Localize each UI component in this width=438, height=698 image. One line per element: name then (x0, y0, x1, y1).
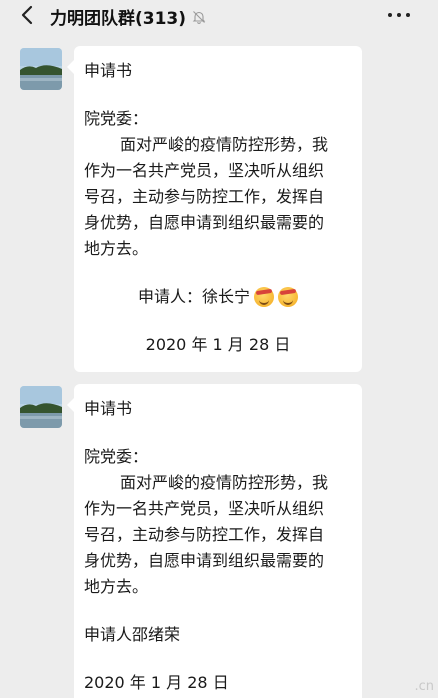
salutation: 院党委： (84, 447, 149, 466)
body-line: 作为一名共产党员，坚决听从组织 (84, 499, 325, 518)
angry-face-emoji (278, 287, 298, 307)
body-line: 面对严峻的疫情防控形势，我 (120, 473, 329, 492)
avatar[interactable] (20, 386, 62, 428)
body-line: 号召，主动参与防控工作，发挥自 (84, 525, 325, 544)
body-line: 地方去。 (84, 577, 149, 596)
chat-header: 力明团队群(313) (0, 0, 438, 32)
date: 2020 年 1 月 28 日 (84, 673, 229, 692)
angry-face-emoji (254, 287, 274, 307)
signer: 申请人：徐长宁 (137, 287, 250, 306)
chat-title: 力明团队群(313) (50, 9, 187, 29)
message-bubble[interactable]: 申请书 院党委： 面对严峻的疫情防控形势，我 作为一名共产党员，坚决听从组织 号… (67, 46, 362, 372)
signer-line: 申请人：徐长宁 (84, 284, 352, 310)
salutation: 院党委： (84, 109, 149, 128)
doc-title: 申请书 (84, 399, 133, 418)
back-button[interactable] (16, 4, 38, 26)
more-dots-icon[interactable] (388, 6, 410, 24)
body-line: 作为一名共产党员，坚决听从组织 (84, 161, 325, 180)
chat-title-wrap[interactable]: 力明团队群(313) (50, 4, 206, 29)
date: 2020 年 1 月 28 日 (145, 335, 291, 354)
watermark: .cn (414, 679, 434, 694)
bell-mute-icon (192, 10, 206, 24)
signer: 申请人邵绪荣 (84, 625, 181, 644)
doc-title: 申请书 (84, 61, 133, 80)
chevron-left-icon (21, 5, 33, 25)
message-bubble[interactable]: 申请书 院党委： 面对严峻的疫情防控形势，我 作为一名共产党员，坚决听从组织 号… (67, 384, 362, 698)
avatar[interactable] (20, 48, 62, 90)
body-line: 面对严峻的疫情防控形势，我 (120, 135, 329, 154)
body-line: 身优势，自愿申请到组织最需要的 (84, 551, 325, 570)
body-line: 身优势，自愿申请到组织最需要的 (84, 213, 325, 232)
body-line: 地方去。 (84, 239, 149, 258)
body-line: 号召，主动参与防控工作，发挥自 (84, 187, 325, 206)
